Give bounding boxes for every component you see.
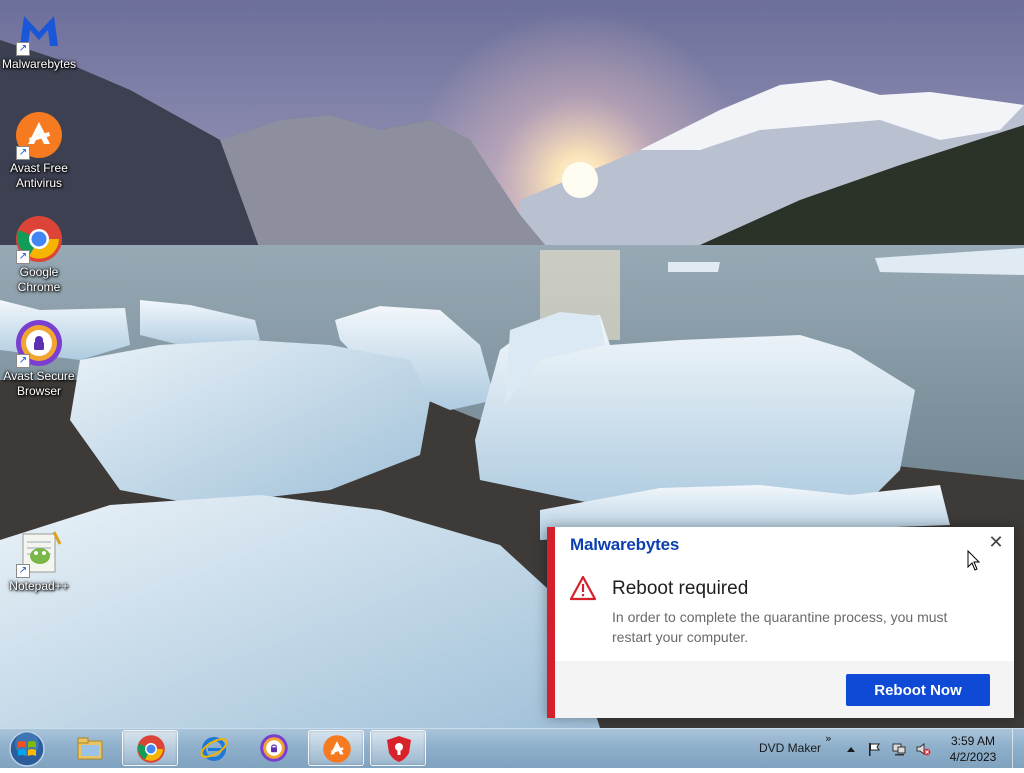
chrome-icon — [137, 735, 165, 763]
close-icon[interactable]: ✕ — [987, 534, 1005, 552]
taskbar-file-explorer[interactable] — [62, 730, 118, 766]
desktop-icon-label: Avast Free Antivirus — [10, 161, 68, 190]
clock-time: 3:59 AM — [950, 734, 996, 748]
avast-secure-browser-icon — [260, 734, 288, 762]
network-icon[interactable] — [891, 741, 907, 757]
warning-triangle-icon — [569, 575, 597, 601]
avast-secure-browser-icon: ↗ — [14, 318, 64, 368]
desktop-icon-label: Notepad++ — [9, 579, 69, 593]
windows-start-orb-icon — [9, 731, 45, 767]
taskbar-avast-shield[interactable] — [370, 730, 426, 766]
action-center-flag-icon[interactable] — [866, 741, 882, 757]
chrome-icon: ↗ — [14, 214, 64, 264]
clock-date: 4/2/2023 — [949, 750, 997, 764]
desktop-icon-label: Avast Secure Browser — [3, 369, 75, 398]
volume-muted-icon[interactable] — [915, 741, 931, 757]
notification-message: In order to complete the quarantine proc… — [612, 609, 948, 645]
shortcut-arrow-icon: ↗ — [16, 250, 30, 264]
taskbar: DVD Maker » 3:59 AM 4/2/2023 — [0, 728, 1024, 769]
avast-shield-icon — [387, 736, 411, 762]
taskbar-google-chrome[interactable] — [122, 730, 178, 766]
desktop-icon-avast-secure-browser[interactable]: ↗ Avast Secure Browser — [0, 318, 78, 399]
toolbar-chevron-icon[interactable]: » — [825, 732, 832, 745]
show-hidden-icons-arrow[interactable] — [843, 741, 859, 757]
dvd-maker-toolbar[interactable]: DVD Maker — [759, 741, 821, 755]
malwarebytes-notification: Malwarebytes ✕ Reboot required In order … — [547, 527, 1014, 718]
shortcut-arrow-icon: ↗ — [16, 42, 30, 56]
notification-footer: Reboot Now — [555, 661, 1014, 718]
desktop-icon-google-chrome[interactable]: ↗ Google Chrome — [0, 214, 78, 295]
desktop-icon-label: Google Chrome — [17, 265, 61, 294]
internet-explorer-icon — [200, 737, 228, 761]
file-explorer-icon — [77, 737, 103, 760]
shortcut-arrow-icon: ↗ — [16, 146, 30, 160]
shortcut-arrow-icon: ↗ — [16, 354, 30, 368]
desktop-icon-avast-free-antivirus[interactable]: ↗ Avast Free Antivirus — [0, 110, 78, 191]
shortcut-arrow-icon: ↗ — [16, 564, 30, 578]
taskbar-internet-explorer[interactable] — [186, 730, 242, 766]
show-desktop-button[interactable] — [1012, 729, 1024, 769]
malwarebytes-icon: ↗ — [14, 6, 64, 56]
desktop-icon-notepad-plus-plus[interactable]: ↗ Notepad++ — [0, 528, 78, 594]
notification-title: Reboot required — [612, 578, 749, 599]
desktop: ↗ Malwarebytes ↗ Avast Free Antivirus ↗ — [0, 0, 1024, 728]
reboot-now-button[interactable]: Reboot Now — [846, 674, 990, 706]
avast-antivirus-icon: ↗ — [14, 110, 64, 160]
start-button[interactable] — [4, 730, 50, 768]
notepad-plus-plus-icon: ↗ — [14, 528, 64, 578]
malwarebytes-logo: Malwarebytes — [570, 535, 680, 554]
mouse-cursor-icon — [967, 550, 981, 571]
taskbar-avast-free-antivirus[interactable] — [308, 730, 364, 766]
notification-accent-bar — [547, 527, 555, 718]
desktop-icon-label: Malwarebytes — [1, 57, 77, 71]
desktop-icon-malwarebytes[interactable]: ↗ Malwarebytes — [0, 6, 78, 72]
taskbar-avast-secure-browser[interactable] — [246, 730, 302, 766]
system-clock[interactable]: 3:59 AM 4/2/2023 — [938, 733, 1008, 765]
avast-antivirus-icon — [323, 735, 351, 763]
